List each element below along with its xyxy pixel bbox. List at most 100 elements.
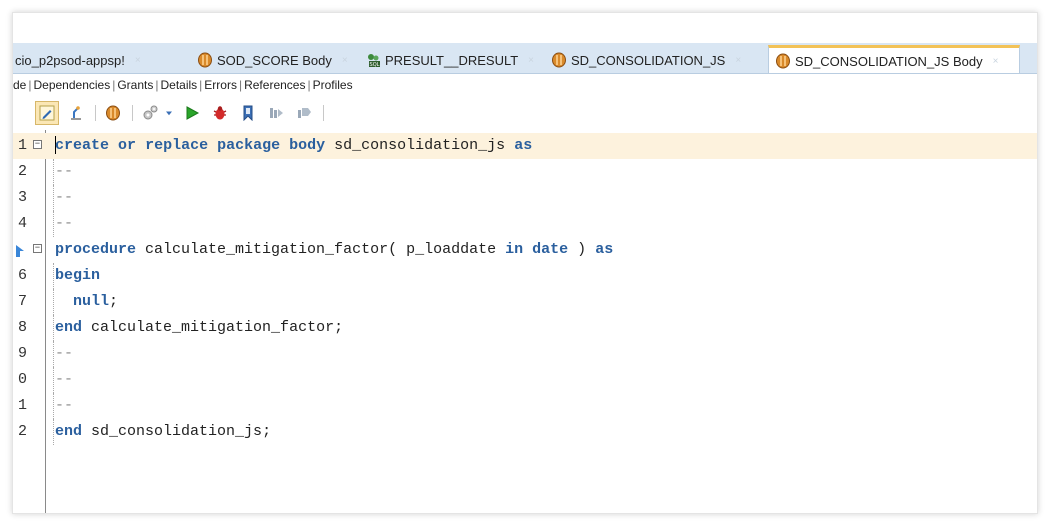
- tab-label: PRESULT__DRESULT: [385, 52, 519, 68]
- code-keyword: null: [73, 293, 110, 310]
- toolbar-separator: [323, 105, 324, 121]
- code-line[interactable]: 7 null;: [13, 289, 1037, 315]
- code-text: create or replace package body sd_consol…: [55, 133, 532, 159]
- line-number: 1: [17, 137, 27, 154]
- run-button[interactable]: [181, 102, 203, 124]
- subtab-errors[interactable]: Errors: [204, 78, 237, 92]
- code-token: ;: [109, 293, 119, 310]
- subtab-references[interactable]: References: [244, 78, 305, 92]
- editor-window: cio_p2psod-appsp! × SOD_SCORE Body × SQL PRES…: [12, 12, 1038, 514]
- code-line[interactable]: 1− create or replace package body sd_cons…: [13, 133, 1037, 159]
- subtab-dependencies[interactable]: Dependencies: [33, 78, 110, 92]
- close-icon[interactable]: ×: [528, 55, 534, 66]
- code-line[interactable]: 4 --: [13, 211, 1037, 237]
- line-number: 8: [17, 319, 27, 336]
- tab-cio-p2psod-appsp[interactable]: cio_p2psod-appsp! ×: [13, 47, 189, 73]
- editor-toolbar: [13, 96, 1037, 130]
- line-number: 2: [17, 163, 27, 180]
- code-token: (: [388, 241, 407, 258]
- profile2-button[interactable]: [293, 102, 315, 124]
- settings-button[interactable]: [139, 102, 161, 124]
- code-line[interactable]: 1 --: [13, 393, 1037, 419]
- bookmark-button[interactable]: [237, 102, 259, 124]
- line-number: 3: [17, 189, 27, 206]
- run-icon: [186, 106, 200, 120]
- tab-label: SOD_SCORE Body: [217, 52, 332, 68]
- code-line[interactable]: 3 --: [13, 185, 1037, 211]
- line-number: 2: [17, 423, 27, 440]
- tab-presult-dresult[interactable]: SQL PRESULT__DRESULT ×: [359, 47, 545, 73]
- subtab-grants[interactable]: Grants: [117, 78, 153, 92]
- code-line[interactable]: 6 begin: [13, 263, 1037, 289]
- package-icon: [106, 105, 120, 121]
- subtab-separator: |: [112, 78, 116, 92]
- tab-sd-consolidation-js-body[interactable]: SD_CONSOLIDATION_JS Body ×: [768, 45, 1020, 73]
- edit-button[interactable]: [35, 101, 59, 125]
- subtab-profiles[interactable]: Profiles: [313, 78, 353, 92]
- line-number: 4: [17, 215, 27, 232]
- code-keyword: end: [55, 319, 83, 336]
- close-icon[interactable]: ×: [735, 55, 741, 66]
- fold-guide: [53, 315, 54, 341]
- subtab-de[interactable]: de: [13, 78, 26, 92]
- code-comment: --: [55, 371, 74, 388]
- code-token: p_loaddate: [406, 241, 497, 258]
- compile-button[interactable]: [65, 102, 87, 124]
- code-text: --: [55, 185, 73, 211]
- code-text: null;: [55, 289, 118, 315]
- code-text: --: [55, 393, 73, 419]
- code-text: --: [55, 341, 73, 367]
- code-token: ): [568, 241, 596, 258]
- line-number: 1: [17, 397, 27, 414]
- debug-button[interactable]: [209, 102, 231, 124]
- settings-icon: [143, 105, 158, 120]
- fold-toggle-icon[interactable]: −: [33, 244, 42, 253]
- tab-label: SD_CONSOLIDATION_JS Body: [795, 53, 983, 69]
- code-editor[interactable]: 1− create or replace package body sd_cons…: [13, 130, 1037, 513]
- code-line[interactable]: 2 --: [13, 159, 1037, 185]
- fold-guide: [53, 211, 54, 237]
- compile-icon: [71, 106, 81, 120]
- code-token: sd_consolidation_js: [334, 137, 506, 154]
- debug-icon: [213, 106, 227, 120]
- code-line[interactable]: 9 --: [13, 341, 1037, 367]
- profile-button[interactable]: [265, 102, 287, 124]
- fold-toggle-icon[interactable]: −: [33, 140, 42, 149]
- subtab-separator: |: [307, 78, 311, 92]
- code-line[interactable]: 2 end sd_consolidation_js;: [13, 419, 1037, 445]
- line-number: 7: [17, 293, 27, 310]
- code-keyword: begin: [55, 267, 101, 284]
- code-keyword: body: [289, 137, 326, 154]
- code-keyword: package: [217, 137, 281, 154]
- tab-sod-score-body[interactable]: SOD_SCORE Body ×: [191, 47, 359, 73]
- code-line[interactable]: 0 --: [13, 367, 1037, 393]
- close-icon[interactable]: ×: [342, 55, 348, 66]
- subtab-details[interactable]: Details: [160, 78, 197, 92]
- code-comment: --: [55, 397, 74, 414]
- code-token: ;: [262, 423, 272, 440]
- code-keyword: as: [595, 241, 614, 258]
- code-text: end sd_consolidation_js;: [55, 419, 271, 445]
- code-line[interactable]: 8 end calculate_mitigation_factor;: [13, 315, 1037, 341]
- profile2-icon: [298, 108, 311, 118]
- tab-sd-consolidation-js[interactable]: SD_CONSOLIDATION_JS ×: [545, 47, 761, 73]
- code-token: calculate_mitigation_factor: [91, 319, 335, 336]
- close-icon[interactable]: ×: [135, 55, 141, 66]
- execution-marker-icon: [15, 242, 25, 257]
- code-line[interactable]: − procedure calculate_mitigation_factor( …: [13, 237, 1037, 263]
- code-text: procedure calculate_mitigation_factor( p…: [55, 237, 613, 263]
- package-button[interactable]: [102, 102, 124, 124]
- close-icon[interactable]: ×: [993, 56, 999, 67]
- code-text: --: [55, 367, 73, 393]
- code-keyword: create: [55, 137, 110, 154]
- code-text: --: [55, 211, 73, 237]
- package-icon: [775, 53, 791, 69]
- fold-guide: [53, 185, 54, 211]
- code-text: end calculate_mitigation_factor;: [55, 315, 343, 341]
- dropdown-arrow-button[interactable]: [163, 102, 175, 124]
